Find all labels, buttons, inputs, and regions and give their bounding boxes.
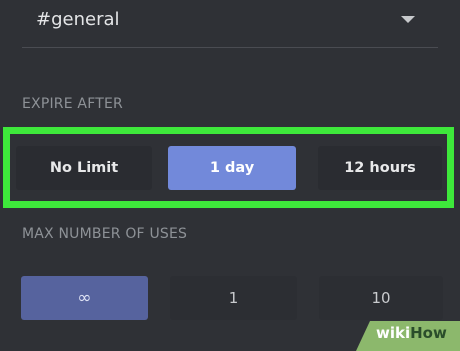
expire-option-no-limit[interactable]: No Limit: [16, 146, 152, 190]
max-uses-label: MAX NUMBER OF USES: [22, 226, 188, 242]
watermark-part-how: How: [410, 324, 447, 342]
caret-down-icon[interactable]: [401, 16, 415, 23]
watermark-part-wiki: wiki: [376, 324, 411, 342]
watermark-text: wikiHow: [376, 324, 447, 342]
uses-option-10[interactable]: 10: [319, 276, 443, 320]
uses-option-infinite[interactable]: ∞: [21, 276, 148, 320]
channel-name: #general: [36, 9, 120, 30]
expire-option-12-hours[interactable]: 12 hours: [318, 146, 442, 190]
expire-after-label: EXPIRE AFTER: [22, 96, 123, 112]
expire-option-1-day[interactable]: 1 day: [168, 146, 296, 190]
uses-option-1[interactable]: 1: [170, 276, 297, 320]
channel-dropdown[interactable]: #general: [22, 0, 438, 48]
